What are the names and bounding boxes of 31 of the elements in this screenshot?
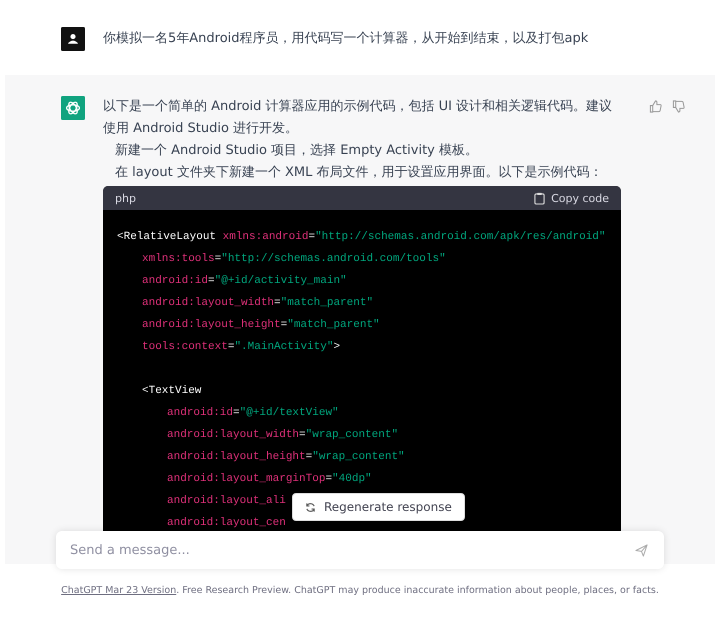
code-line: android:layout_width="match_parent" [141, 296, 374, 311]
code-line: android:layout_height="match_parent" [141, 318, 380, 333]
assistant-logo-icon [61, 96, 85, 120]
code-line: xmlns:tools="http://schemas.android.com/tools" [141, 252, 446, 267]
code-line: android:layout_height="wrap_content" [166, 450, 405, 465]
code-line: android:layout_ali [166, 494, 286, 509]
disclaimer-text: ChatGPT Mar 23 Version. Free Research Preview. ChatGPT may produce inaccurate information about people, places, or facts. [61, 585, 659, 596]
message-input[interactable]: Send a message... [68, 542, 627, 558]
code-line: tools:context=".MainActivity"> [141, 340, 340, 355]
user-message: 你模拟一名5年Android程序员，用代码写一个计算器，从开始到结束，以及打包apk [103, 30, 588, 48]
code-line: android:layout_width="wrap_content" [166, 428, 398, 443]
copy-code-button[interactable]: Copy code [534, 192, 609, 204]
version-link[interactable]: ChatGPT Mar 23 Version [61, 585, 176, 596]
code-line: <TextView [141, 384, 202, 399]
clipboard-icon [534, 192, 546, 204]
code-language: php [115, 192, 136, 204]
message-paragraph: 新建一个 Android Studio 项目，选择 Empty Activity 模板。 [114, 142, 479, 160]
send-icon[interactable] [635, 544, 648, 556]
message-paragraph: 以下是一个简单的 Android 计算器应用的示例代码，包括 UI 设计和相关逻辑代码。建议使用 Android Studio 进行开发。 [103, 98, 614, 138]
thumbs-up-icon[interactable] [649, 100, 662, 113]
code-line: android:id="@+id/activity_main" [141, 274, 347, 289]
code-line: android:layout_marginTop="40dp" [166, 472, 372, 487]
regenerate-response-button[interactable]: Regenerate response [292, 493, 465, 521]
code-line: <RelativeLayout xmlns:android="http://schemas.android.com/apk/res/android" [117, 230, 606, 245]
refresh-icon [305, 502, 316, 512]
user-avatar-icon [61, 27, 85, 51]
code-line: android:layout_cen [166, 516, 286, 531]
message-field[interactable]: Send a message... [56, 531, 664, 569]
message-paragraph: 在 layout 文件夹下新建一个 XML 布局文件，用于设置应用界面。以下是示例代码： [114, 164, 604, 182]
thumbs-down-icon[interactable] [672, 100, 685, 113]
code-line: android:id="@+id/textView" [166, 406, 339, 421]
